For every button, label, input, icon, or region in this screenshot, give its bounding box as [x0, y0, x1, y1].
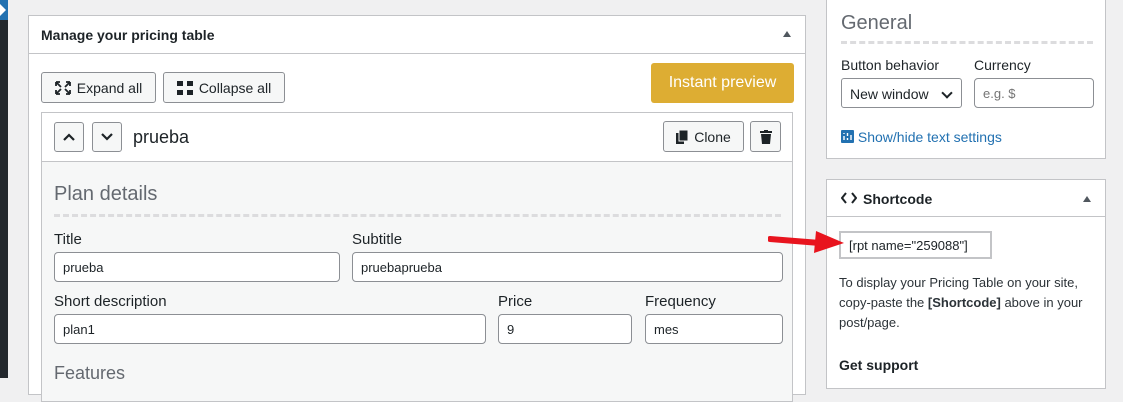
- clone-label: Clone: [694, 128, 731, 145]
- chevron-down-icon: [941, 87, 953, 99]
- delete-button[interactable]: [750, 121, 781, 152]
- collapse-all-button[interactable]: Collapse all: [163, 72, 285, 103]
- expand-icon: [54, 80, 71, 95]
- price-input[interactable]: 9: [498, 314, 632, 344]
- price-label: Price: [498, 293, 533, 310]
- currency-label: Currency: [974, 57, 1031, 73]
- show-hide-text-settings-label: Show/hide text settings: [857, 129, 1002, 145]
- move-up-button[interactable]: [54, 122, 84, 152]
- button-behavior-select[interactable]: New window: [841, 78, 962, 108]
- frequency-label: Frequency: [645, 293, 716, 310]
- annotation-arrow: [768, 231, 844, 253]
- shortcode-field[interactable]: [rpt name="259088"]: [839, 231, 992, 259]
- plan-header: prueba Clone: [42, 113, 792, 162]
- shortcode-description: To display your Pricing Table on your si…: [839, 273, 1101, 333]
- currency-input[interactable]: [974, 78, 1094, 108]
- section-divider: [54, 214, 781, 217]
- plan-details-title: Plan details: [54, 183, 158, 205]
- button-behavior-value: New window: [850, 86, 929, 102]
- collapse-toggle-icon[interactable]: [1083, 196, 1091, 202]
- expand-all-label: Expand all: [76, 79, 143, 96]
- chevron-down-icon: [101, 133, 113, 141]
- title-input[interactable]: prueba: [54, 252, 340, 282]
- metabox-header[interactable]: Manage your pricing table: [29, 16, 805, 54]
- button-behavior-label: Button behavior: [841, 57, 940, 73]
- collapse-icon: [176, 80, 193, 95]
- features-title: Features: [54, 363, 126, 383]
- menu-notch: [0, 4, 6, 16]
- show-hide-text-settings-link[interactable]: Show/hide text settings: [841, 129, 1002, 145]
- instant-preview-button[interactable]: Instant preview: [651, 63, 794, 103]
- subtitle-input[interactable]: pruebaprueba: [352, 252, 783, 282]
- text-settings-icon: [841, 130, 854, 143]
- frequency-input[interactable]: mes: [645, 314, 783, 344]
- collapse-all-label: Collapse all: [198, 79, 272, 96]
- shortcode-title: Shortcode: [863, 191, 933, 207]
- clone-icon: [676, 129, 689, 144]
- trash-icon: [759, 129, 772, 144]
- shortcode-header[interactable]: Shortcode: [827, 180, 1105, 217]
- short-description-label: Short description: [54, 293, 167, 310]
- chevron-up-icon: [63, 133, 75, 141]
- code-icon: [841, 192, 857, 204]
- get-support-heading: Get support: [839, 357, 919, 373]
- general-title: General: [841, 12, 913, 34]
- move-down-button[interactable]: [92, 122, 122, 152]
- clone-button[interactable]: Clone: [663, 121, 744, 152]
- plan-name: prueba: [133, 127, 190, 147]
- collapse-toggle-icon[interactable]: [783, 31, 791, 37]
- metabox-title: Manage your pricing table: [41, 27, 215, 43]
- admin-sidebar-edge: [0, 0, 8, 378]
- pricing-table-metabox: Manage your pricing table Expand all Col…: [28, 15, 806, 402]
- general-settings-box: General Button behavior New window Curre…: [826, 0, 1106, 159]
- general-divider: [841, 41, 1093, 44]
- shortcode-desc-bold: [Shortcode]: [927, 295, 1001, 310]
- shortcode-box: Shortcode [rpt name="259088"] To display…: [826, 179, 1106, 389]
- short-description-input[interactable]: plan1: [54, 314, 486, 344]
- title-label: Title: [54, 231, 82, 248]
- expand-all-button[interactable]: Expand all: [41, 72, 156, 103]
- subtitle-label: Subtitle: [352, 231, 403, 248]
- plan-panel: prueba Clone Plan details Title prueba S…: [41, 112, 793, 402]
